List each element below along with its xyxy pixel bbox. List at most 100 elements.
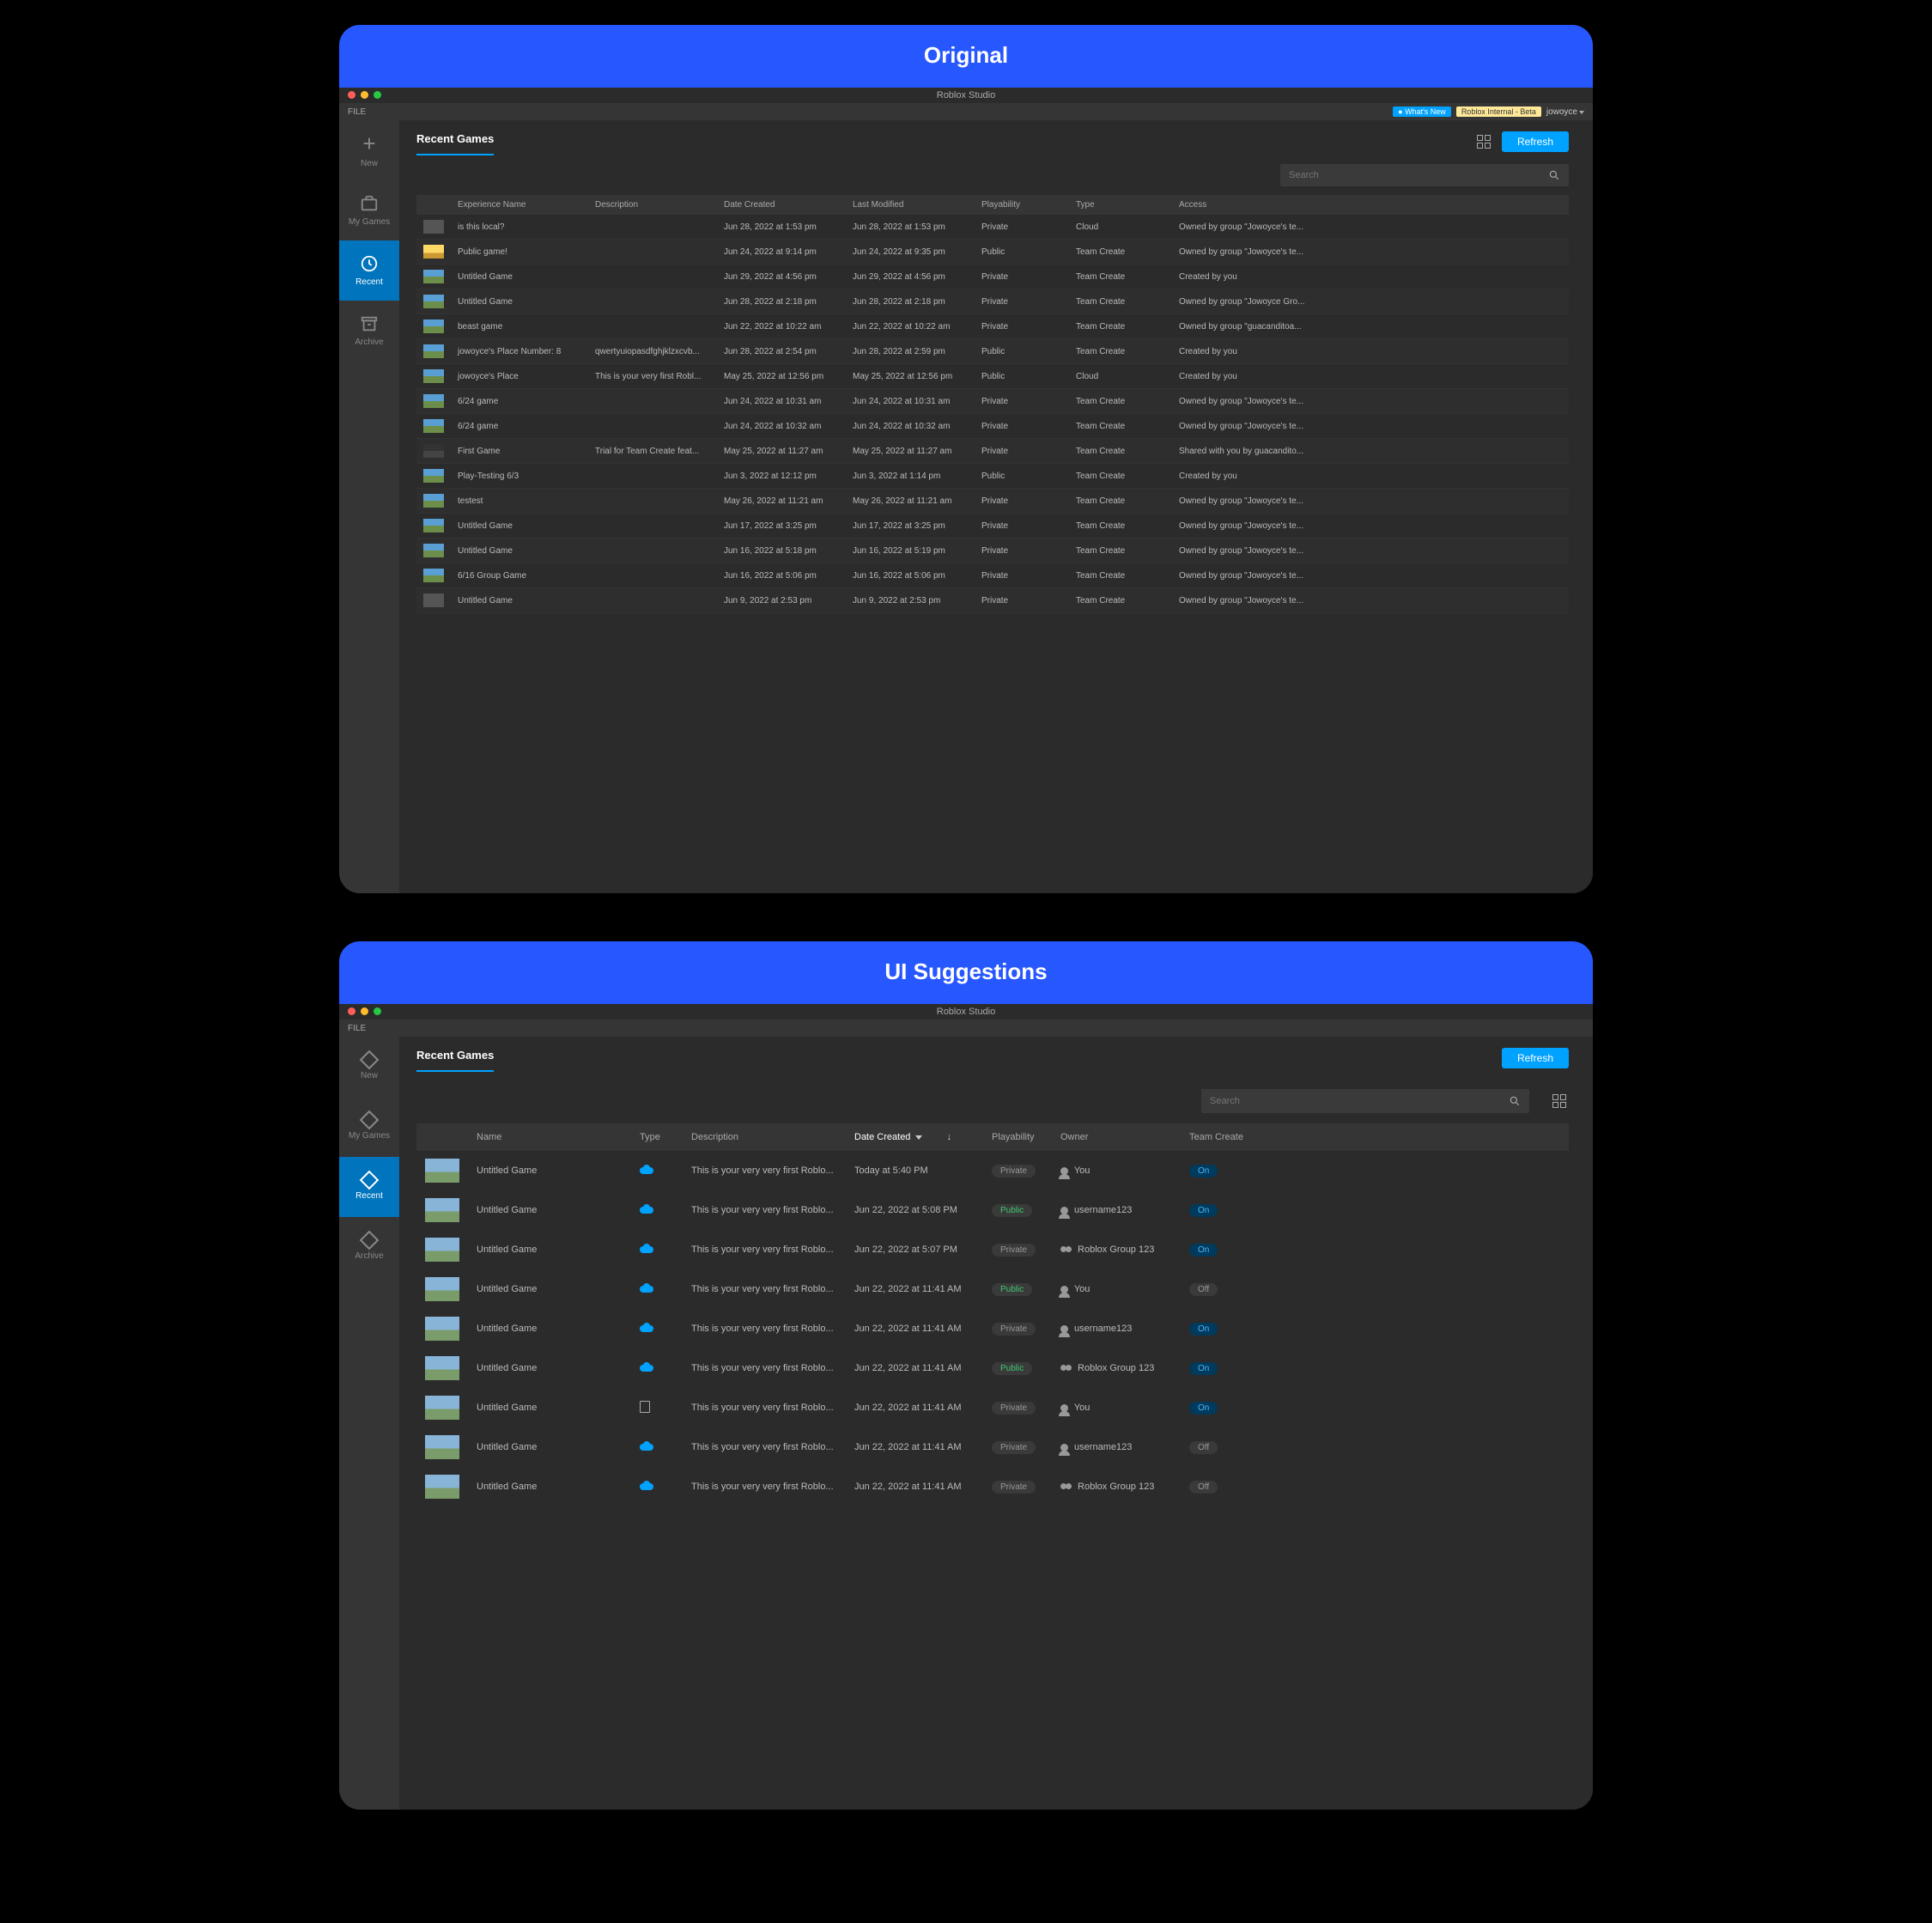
tab-recent-games[interactable]: Recent Games xyxy=(416,1044,494,1072)
grid-view-button[interactable] xyxy=(1474,132,1493,151)
traffic-lights[interactable] xyxy=(348,1007,381,1015)
cell-desc xyxy=(588,539,717,563)
col-modified[interactable]: Last Modified xyxy=(846,195,975,215)
refresh-button[interactable]: Refresh xyxy=(1502,131,1569,152)
menu-file[interactable]: FILE xyxy=(348,1024,366,1033)
table-row[interactable]: Untitled GameJun 9, 2022 at 2:53 pmJun 9… xyxy=(416,588,1569,613)
table-row[interactable]: testestMay 26, 2022 at 11:21 amMay 26, 2… xyxy=(416,489,1569,514)
sidebar-item-new[interactable]: + New xyxy=(339,120,399,180)
cell-desc: This is your very very first Roblo... xyxy=(683,1190,846,1230)
table-row[interactable]: Untitled GameThis is your very very firs… xyxy=(416,1230,1569,1269)
badge-whats-new[interactable]: ● What's New xyxy=(1393,106,1451,117)
col-playability[interactable]: Playability xyxy=(983,1123,1052,1151)
table-row[interactable]: Untitled GameThis is your very very firs… xyxy=(416,1388,1569,1427)
game-thumbnail xyxy=(423,494,444,508)
search-box[interactable] xyxy=(1280,164,1569,186)
cell-modified: Jun 9, 2022 at 2:53 pm xyxy=(846,588,975,613)
search-box[interactable] xyxy=(1201,1089,1529,1113)
sidebar-item-recent[interactable]: Recent xyxy=(339,240,399,301)
table-row[interactable]: Untitled GameJun 29, 2022 at 4:56 pmJun … xyxy=(416,265,1569,289)
cell-type: Team Create xyxy=(1069,414,1172,439)
user-menu[interactable]: jowoyce xyxy=(1546,107,1584,117)
col-type[interactable]: Type xyxy=(631,1123,683,1151)
sidebar-item-new[interactable]: New xyxy=(339,1037,399,1097)
table-row[interactable]: Untitled GameJun 17, 2022 at 3:25 pmJun … xyxy=(416,514,1569,539)
col-team-create[interactable]: Team Create xyxy=(1181,1123,1569,1151)
sidebar-item-my-games[interactable]: My Games xyxy=(339,180,399,240)
cell-created: Jun 24, 2022 at 10:32 am xyxy=(717,414,846,439)
table-row[interactable]: 6/24 gameJun 24, 2022 at 10:31 amJun 24,… xyxy=(416,389,1569,414)
menubar: FILE ● What's New Roblox Internal - Beta… xyxy=(339,103,1593,120)
game-thumbnail xyxy=(423,569,444,582)
col-access[interactable]: Access xyxy=(1172,195,1569,215)
cell-created: Jun 22, 2022 at 11:41 AM xyxy=(846,1309,983,1348)
cell-team: On xyxy=(1181,1151,1569,1190)
table-row[interactable]: Untitled GameThis is your very very firs… xyxy=(416,1269,1569,1309)
table-row[interactable]: Untitled GameThis is your very very firs… xyxy=(416,1151,1569,1190)
cell-playability: Public xyxy=(983,1269,1052,1309)
grid-icon xyxy=(1477,135,1491,149)
col-owner[interactable]: Owner xyxy=(1052,1123,1181,1151)
table-row[interactable]: Untitled GameThis is your very very firs… xyxy=(416,1427,1569,1467)
sidebar-item-archive[interactable]: Archive xyxy=(339,1217,399,1277)
sidebar-item-archive[interactable]: Archive xyxy=(339,301,399,361)
table-row[interactable]: Untitled GameThis is your very very firs… xyxy=(416,1309,1569,1348)
cell-desc xyxy=(588,289,717,314)
table-row[interactable]: 6/24 gameJun 24, 2022 at 10:32 amJun 24,… xyxy=(416,414,1569,439)
tab-recent-games[interactable]: Recent Games xyxy=(416,127,494,155)
cell-desc: This is your very very first Roblo... xyxy=(683,1269,846,1309)
cloud-icon xyxy=(640,1204,653,1214)
col-type[interactable]: Type xyxy=(1069,195,1172,215)
col-thumb[interactable] xyxy=(416,1123,468,1151)
search-input[interactable] xyxy=(1210,1096,1509,1106)
refresh-button[interactable]: Refresh xyxy=(1502,1048,1569,1068)
col-desc[interactable]: Description xyxy=(588,195,717,215)
table-row[interactable]: Untitled GameJun 28, 2022 at 2:18 pmJun … xyxy=(416,289,1569,314)
table-row[interactable]: jowoyce's PlaceThis is your very first R… xyxy=(416,364,1569,389)
table-row[interactable]: Public game!Jun 24, 2022 at 9:14 pmJun 2… xyxy=(416,240,1569,265)
table-row[interactable]: Untitled GameThis is your very very firs… xyxy=(416,1348,1569,1388)
archive-icon xyxy=(360,314,379,333)
cell-team: On xyxy=(1181,1309,1569,1348)
table-row[interactable]: Untitled GameThis is your very very firs… xyxy=(416,1190,1569,1230)
cell-name: Untitled Game xyxy=(468,1309,631,1348)
table-row[interactable]: jowoyce's Place Number: 8qwertyuiopasdfg… xyxy=(416,339,1569,364)
col-desc[interactable]: Description xyxy=(683,1123,846,1151)
table-row[interactable]: Untitled GameThis is your very very firs… xyxy=(416,1467,1569,1506)
sidebar-item-my-games[interactable]: My Games xyxy=(339,1097,399,1157)
table-row[interactable]: First GameTrial for Team Create feat...M… xyxy=(416,439,1569,464)
search-input[interactable] xyxy=(1289,170,1548,180)
table-row[interactable]: Play-Testing 6/3Jun 3, 2022 at 12:12 pmJ… xyxy=(416,464,1569,489)
col-thumb[interactable] xyxy=(416,195,451,215)
traffic-lights[interactable] xyxy=(348,91,381,99)
cell-desc xyxy=(588,414,717,439)
cell-name: 6/24 game xyxy=(451,389,588,414)
table-row[interactable]: Untitled GameJun 16, 2022 at 5:18 pmJun … xyxy=(416,539,1569,563)
col-playability[interactable]: Playability xyxy=(975,195,1069,215)
table-row[interactable]: beast gameJun 22, 2022 at 10:22 amJun 22… xyxy=(416,314,1569,339)
cell-type: Team Create xyxy=(1069,314,1172,339)
cell-owner: Roblox Group 123 xyxy=(1052,1467,1181,1506)
cell-playability: Public xyxy=(983,1348,1052,1388)
cell-modified: Jun 3, 2022 at 1:14 pm xyxy=(846,464,975,489)
cell-type: Cloud xyxy=(1069,215,1172,240)
game-thumbnail xyxy=(425,1277,459,1301)
cell-name: Untitled Game xyxy=(451,539,588,563)
cell-team: On xyxy=(1181,1388,1569,1427)
cell-desc xyxy=(588,563,717,588)
cell-playability: Private xyxy=(975,563,1069,588)
cell-desc xyxy=(588,489,717,514)
col-name[interactable]: Experience Name xyxy=(451,195,588,215)
cell-playability: Private xyxy=(975,289,1069,314)
group-icon xyxy=(1060,1483,1072,1491)
sidebar-item-recent[interactable]: Recent xyxy=(339,1157,399,1217)
col-name[interactable]: Name xyxy=(468,1123,631,1151)
col-created[interactable]: Date Created xyxy=(717,195,846,215)
cell-created: Jun 22, 2022 at 10:22 am xyxy=(717,314,846,339)
menu-file[interactable]: FILE xyxy=(348,107,366,117)
table-row[interactable]: 6/16 Group GameJun 16, 2022 at 5:06 pmJu… xyxy=(416,563,1569,588)
table-row[interactable]: is this local?Jun 28, 2022 at 1:53 pmJun… xyxy=(416,215,1569,240)
cell-name: Untitled Game xyxy=(451,265,588,289)
grid-view-button[interactable] xyxy=(1550,1092,1569,1111)
col-created[interactable]: Date Created↓ xyxy=(846,1123,983,1151)
